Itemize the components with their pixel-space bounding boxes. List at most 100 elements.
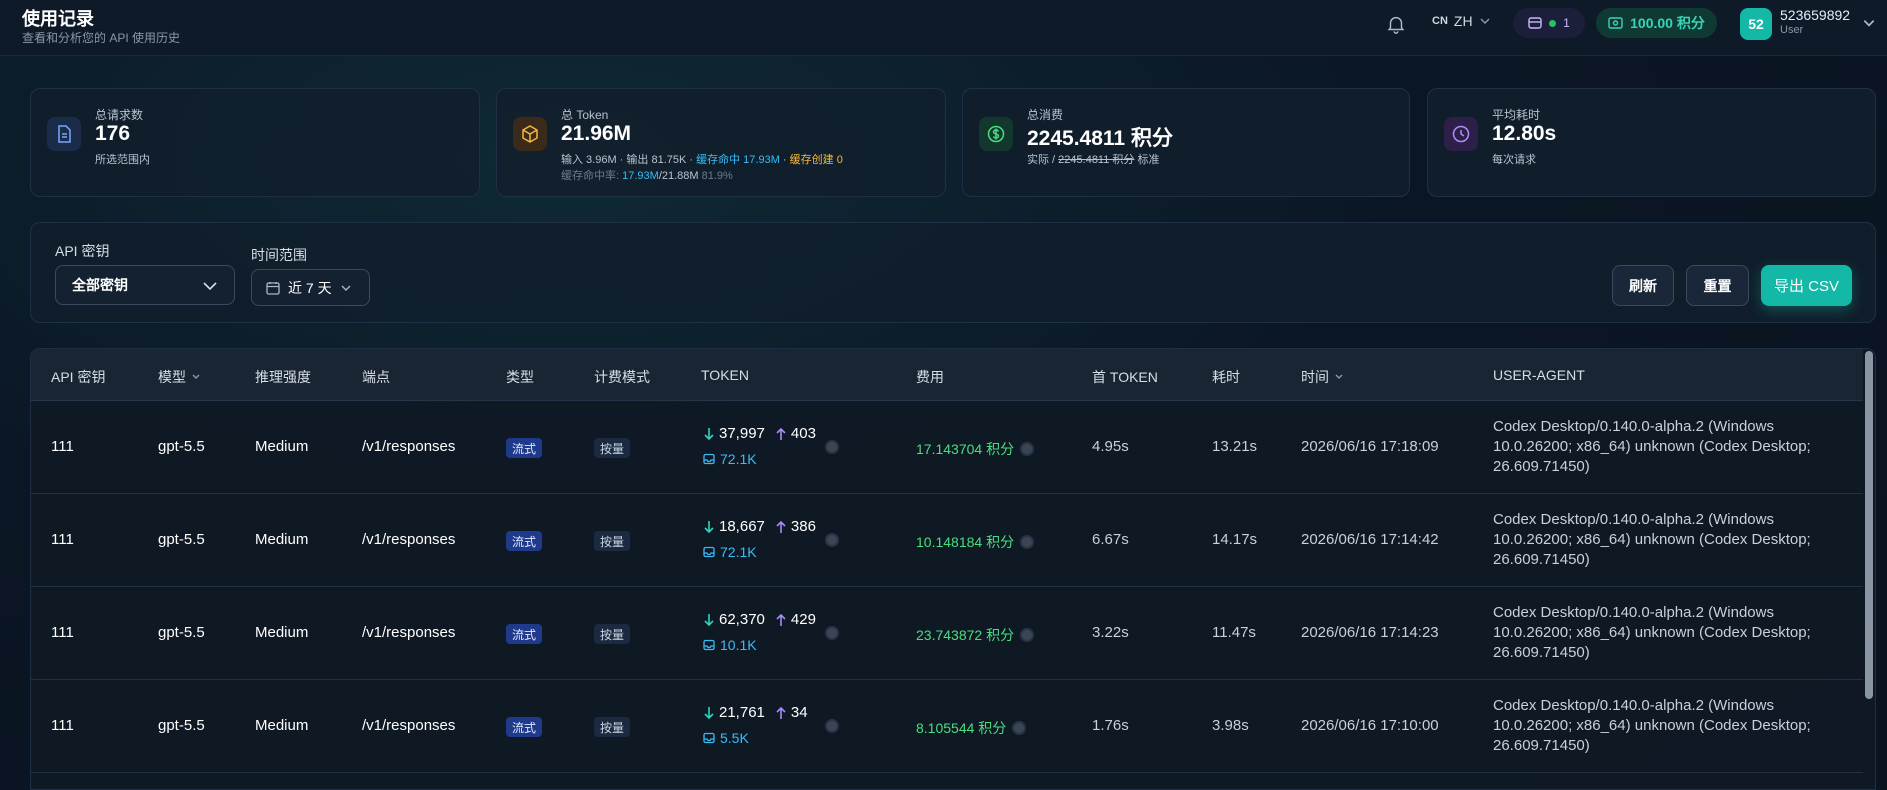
stat-card-tokens: 总 Token 21.96M 输入 3.96M · 输出 81.75K · 缓存… bbox=[496, 88, 946, 197]
cache-token-value: 72.1K bbox=[720, 451, 757, 467]
row-cost-value: 23.743872 积分 bbox=[916, 627, 1015, 643]
arrow-down-icon bbox=[704, 520, 714, 533]
arrow-up-icon bbox=[776, 706, 786, 719]
type-badge: 流式 bbox=[506, 531, 543, 551]
stat-value: 176 bbox=[95, 122, 131, 145]
table-row[interactable]: 111 gpt-5.5 Medium/v1/responses 流式 按量 37,997 4… bbox=[31, 401, 1875, 494]
row-endpoint: /v1/responses bbox=[362, 717, 456, 734]
reset-button[interactable]: 重置 bbox=[1686, 265, 1749, 306]
row-cost-value: 10.148184 积分 bbox=[916, 534, 1015, 550]
avatar[interactable]: 52 bbox=[1740, 8, 1772, 40]
status-dot bbox=[1549, 19, 1557, 27]
cache-hit-rate: 缓存命中率: 17.93M/21.88M 81.9% bbox=[561, 167, 733, 183]
chevron-down-icon bbox=[1335, 374, 1343, 379]
output-tokens: 386 bbox=[790, 518, 816, 535]
arrow-up-icon bbox=[776, 520, 786, 533]
row-duration: 13.21s bbox=[1212, 438, 1258, 455]
user-info[interactable]: 523659892 User bbox=[1780, 7, 1850, 36]
type-badge: 流式 bbox=[506, 717, 543, 737]
chevron-down-icon bbox=[192, 374, 200, 379]
cost-standard-label: 标准 bbox=[1134, 154, 1160, 166]
chevron-down-icon[interactable] bbox=[1862, 16, 1876, 30]
stat-label: 总消费 bbox=[1027, 108, 1064, 122]
arrow-down-icon bbox=[704, 427, 714, 440]
info-icon[interactable] bbox=[1012, 721, 1027, 735]
token-io: 18,667 386 bbox=[703, 518, 816, 535]
filter-panel: API 密钥 全部密钥 时间范围 近 7 天 刷新 重置 导出 CSV bbox=[30, 222, 1876, 323]
clock-icon bbox=[1444, 117, 1478, 151]
info-icon[interactable] bbox=[1020, 442, 1035, 456]
token-io: 62,370 429 bbox=[703, 611, 816, 628]
row-api-key: 111 bbox=[51, 438, 74, 455]
row-first-token: 1.76s bbox=[1092, 717, 1129, 734]
stat-label: 总请求数 bbox=[95, 108, 144, 122]
col-time[interactable]: 时间 bbox=[1301, 367, 1344, 387]
row-user-agent: Codex Desktop/0.140.0-alpha.2 (Windows 1… bbox=[1493, 697, 1811, 754]
col-type: 类型 bbox=[506, 369, 534, 385]
username: 523659892 bbox=[1780, 7, 1851, 23]
scrollbar-thumb[interactable] bbox=[1865, 351, 1873, 699]
info-icon[interactable] bbox=[1020, 535, 1035, 549]
cache-tokens: 10.1K bbox=[703, 637, 757, 653]
api-key-select[interactable]: 全部密钥 bbox=[55, 265, 235, 305]
col-model[interactable]: 模型 bbox=[158, 367, 201, 387]
col-first-token: 首 TOKEN bbox=[1092, 369, 1158, 385]
credit-balance-chip[interactable]: 100.00 积分 bbox=[1596, 8, 1717, 38]
row-model: gpt-5.5 bbox=[158, 438, 205, 455]
api-key-filter-label: API 密钥 bbox=[55, 243, 110, 259]
row-reasoning: Medium bbox=[255, 438, 309, 455]
info-icon[interactable] bbox=[825, 440, 839, 454]
table-row[interactable]: 111 gpt-5.5 Medium/v1/responses 流式 按量 21,761 3… bbox=[31, 680, 1875, 773]
type-badge: 流式 bbox=[506, 438, 543, 458]
hit-rate-label: 缓存命中率: bbox=[561, 170, 623, 182]
row-api-key: 111 bbox=[51, 717, 74, 734]
input-tokens: 18,667 bbox=[719, 518, 765, 535]
subscription-chip[interactable]: 1 bbox=[1513, 8, 1585, 38]
database-icon bbox=[703, 546, 715, 558]
output-tokens: 429 bbox=[790, 611, 816, 628]
api-key-select-value: 全部密钥 bbox=[72, 277, 128, 293]
cache-token-value: 72.1K bbox=[720, 544, 757, 560]
bell-icon[interactable] bbox=[1385, 13, 1407, 35]
info-icon[interactable] bbox=[825, 533, 839, 547]
stat-value: 12.80s bbox=[1492, 122, 1557, 145]
row-cost-value: 8.105544 积分 bbox=[916, 720, 1007, 736]
row-duration: 3.98s bbox=[1212, 717, 1249, 734]
table-row[interactable]: 111 gpt-5.5 Medium/v1/responses 流式 按量 18,667 3… bbox=[31, 494, 1875, 587]
chevron-down-icon bbox=[341, 285, 351, 291]
chevron-down-icon bbox=[203, 282, 217, 291]
billing-badge: 按量 bbox=[594, 531, 631, 551]
table-row[interactable]: 111 gpt-5.5 Medium/v1/responses 流式 按量 62,370 4… bbox=[31, 587, 1875, 680]
output-tokens: 403 bbox=[790, 425, 816, 442]
col-endpoint: 端点 bbox=[362, 369, 390, 385]
cost-actual: 实际 / bbox=[1027, 154, 1059, 166]
output-tokens: 34 bbox=[790, 704, 808, 721]
token-io: 37,997 403 bbox=[703, 425, 816, 442]
cube-icon bbox=[513, 117, 547, 151]
refresh-button[interactable]: 刷新 bbox=[1612, 265, 1674, 306]
cache-hit: 缓存命中 17.93M bbox=[696, 154, 780, 166]
stat-sub: 所选范围内 bbox=[95, 154, 150, 166]
info-icon[interactable] bbox=[825, 719, 839, 733]
stat-label: 总 Token bbox=[561, 108, 609, 122]
flag-icon: CN bbox=[1432, 15, 1448, 27]
row-first-token: 4.95s bbox=[1092, 438, 1129, 455]
language-switcher[interactable]: CN ZH bbox=[1432, 13, 1491, 29]
document-icon bbox=[47, 117, 81, 151]
info-icon[interactable] bbox=[1020, 628, 1035, 642]
billing-badge: 按量 bbox=[594, 624, 631, 644]
time-range-value: 近 7 天 bbox=[288, 279, 332, 296]
row-cost-value: 17.143704 积分 bbox=[916, 441, 1015, 457]
time-range-select[interactable]: 近 7 天 bbox=[251, 269, 370, 306]
info-icon[interactable] bbox=[825, 626, 839, 640]
database-icon bbox=[703, 732, 715, 744]
stat-card-latency: 平均耗时 12.80s 每次请求 bbox=[1427, 88, 1876, 197]
col-api-key: API 密钥 bbox=[51, 369, 106, 385]
cache-create: 缓存创建 0 bbox=[789, 154, 843, 166]
export-csv-button[interactable]: 导出 CSV bbox=[1761, 265, 1852, 306]
row-time: 2026/06/16 17:18:09 bbox=[1301, 438, 1439, 455]
cache-tokens: 72.1K bbox=[703, 451, 757, 467]
arrow-down-icon bbox=[704, 706, 714, 719]
user-role: User bbox=[1780, 24, 1804, 36]
credit-balance: 100.00 积分 bbox=[1630, 15, 1705, 31]
